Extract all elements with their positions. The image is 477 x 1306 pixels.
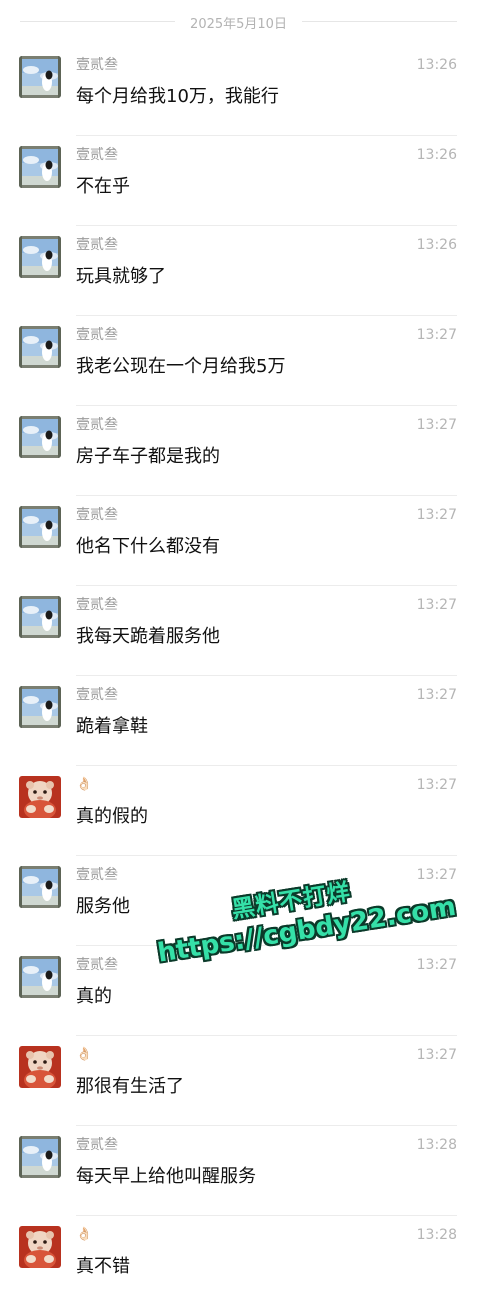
- sender-name: 壹贰叁: [76, 687, 118, 703]
- chat-message-item[interactable]: 👌🏻 13:28 真不错: [0, 1216, 477, 1306]
- message-time: 13:27: [416, 777, 457, 793]
- date-divider-right: [302, 21, 457, 22]
- date-header: 2025年5月10日: [0, 12, 477, 32]
- chat-message-item[interactable]: 壹贰叁 13:26 每个月给我10万，我能行: [0, 46, 477, 136]
- message-time: 13:27: [416, 327, 457, 343]
- message-time: 13:27: [416, 687, 457, 703]
- chat-message-item[interactable]: 壹贰叁 13:27 跪着拿鞋: [0, 676, 477, 766]
- sender-avatar-b[interactable]: [19, 1046, 61, 1088]
- message-time: 13:26: [416, 237, 457, 253]
- sender-avatar-a[interactable]: [19, 326, 61, 368]
- message-text: 真不错: [76, 1256, 130, 1277]
- chat-message-item[interactable]: 壹贰叁 13:27 我每天跪着服务他: [0, 586, 477, 676]
- message-text: 那很有生活了: [76, 1076, 184, 1097]
- message-time: 13:27: [416, 597, 457, 613]
- sender-name: 👌🏻: [76, 777, 93, 792]
- chat-message-item[interactable]: 👌🏻 13:27 那很有生活了: [0, 1036, 477, 1126]
- sender-name: 壹贰叁: [76, 957, 118, 973]
- sender-name: 👌🏻: [76, 1047, 93, 1062]
- sender-name: 壹贰叁: [76, 237, 118, 253]
- message-text: 每天早上给他叫醒服务: [76, 1166, 256, 1187]
- sender-avatar-a[interactable]: [19, 956, 61, 998]
- sender-avatar-b[interactable]: [19, 776, 61, 818]
- chat-message-item[interactable]: 壹贰叁 13:27 他名下什么都没有: [0, 496, 477, 586]
- message-time: 13:26: [416, 147, 457, 163]
- message-time: 13:28: [416, 1227, 457, 1243]
- message-time: 13:27: [416, 417, 457, 433]
- chat-message-item[interactable]: 壹贰叁 13:27 真的: [0, 946, 477, 1036]
- sender-name: 壹贰叁: [76, 867, 118, 883]
- message-time: 13:27: [416, 867, 457, 883]
- sender-avatar-a[interactable]: [19, 416, 61, 458]
- chat-message-item[interactable]: 壹贰叁 13:27 服务他: [0, 856, 477, 946]
- message-text: 玩具就够了: [76, 266, 166, 287]
- message-time: 13:28: [416, 1137, 457, 1153]
- chat-message-item[interactable]: 壹贰叁 13:27 我老公现在一个月给我5万: [0, 316, 477, 406]
- message-text: 他名下什么都没有: [76, 536, 220, 557]
- chat-message-item[interactable]: 壹贰叁 13:27 房子车子都是我的: [0, 406, 477, 496]
- sender-avatar-a[interactable]: [19, 506, 61, 548]
- message-text: 房子车子都是我的: [76, 446, 220, 467]
- message-time: 13:27: [416, 957, 457, 973]
- chat-message-item[interactable]: 壹贰叁 13:26 玩具就够了: [0, 226, 477, 316]
- message-time: 13:27: [416, 507, 457, 523]
- sender-name: 壹贰叁: [76, 1137, 118, 1153]
- message-text: 我老公现在一个月给我5万: [76, 356, 286, 377]
- message-text: 不在乎: [76, 176, 130, 197]
- sender-name: 壹贰叁: [76, 597, 118, 613]
- sender-avatar-a[interactable]: [19, 686, 61, 728]
- sender-avatar-b[interactable]: [19, 1226, 61, 1268]
- sender-avatar-a[interactable]: [19, 596, 61, 638]
- chat-message-item[interactable]: 👌🏻 13:27 真的假的: [0, 766, 477, 856]
- sender-avatar-a[interactable]: [19, 236, 61, 278]
- sender-avatar-a[interactable]: [19, 146, 61, 188]
- message-text: 跪着拿鞋: [76, 716, 148, 737]
- message-text: 我每天跪着服务他: [76, 626, 220, 647]
- sender-name: 壹贰叁: [76, 507, 118, 523]
- sender-avatar-a[interactable]: [19, 56, 61, 98]
- message-time: 13:26: [416, 57, 457, 73]
- sender-name: 壹贰叁: [76, 417, 118, 433]
- message-text: 服务他: [76, 896, 130, 917]
- sender-name: 👌🏻: [76, 1227, 93, 1242]
- sender-name: 壹贰叁: [76, 57, 118, 73]
- chat-message-item[interactable]: 壹贰叁 13:26 不在乎: [0, 136, 477, 226]
- sender-avatar-a[interactable]: [19, 866, 61, 908]
- chat-message-item[interactable]: 壹贰叁 13:28 每天早上给他叫醒服务: [0, 1126, 477, 1216]
- message-text: 真的假的: [76, 806, 148, 827]
- sender-name: 壹贰叁: [76, 327, 118, 343]
- date-divider-left: [20, 21, 175, 22]
- sender-name: 壹贰叁: [76, 147, 118, 163]
- message-text: 每个月给我10万，我能行: [76, 86, 279, 107]
- sender-avatar-a[interactable]: [19, 1136, 61, 1178]
- message-time: 13:27: [416, 1047, 457, 1063]
- date-label: 2025年5月10日: [182, 12, 295, 32]
- message-text: 真的: [76, 986, 112, 1007]
